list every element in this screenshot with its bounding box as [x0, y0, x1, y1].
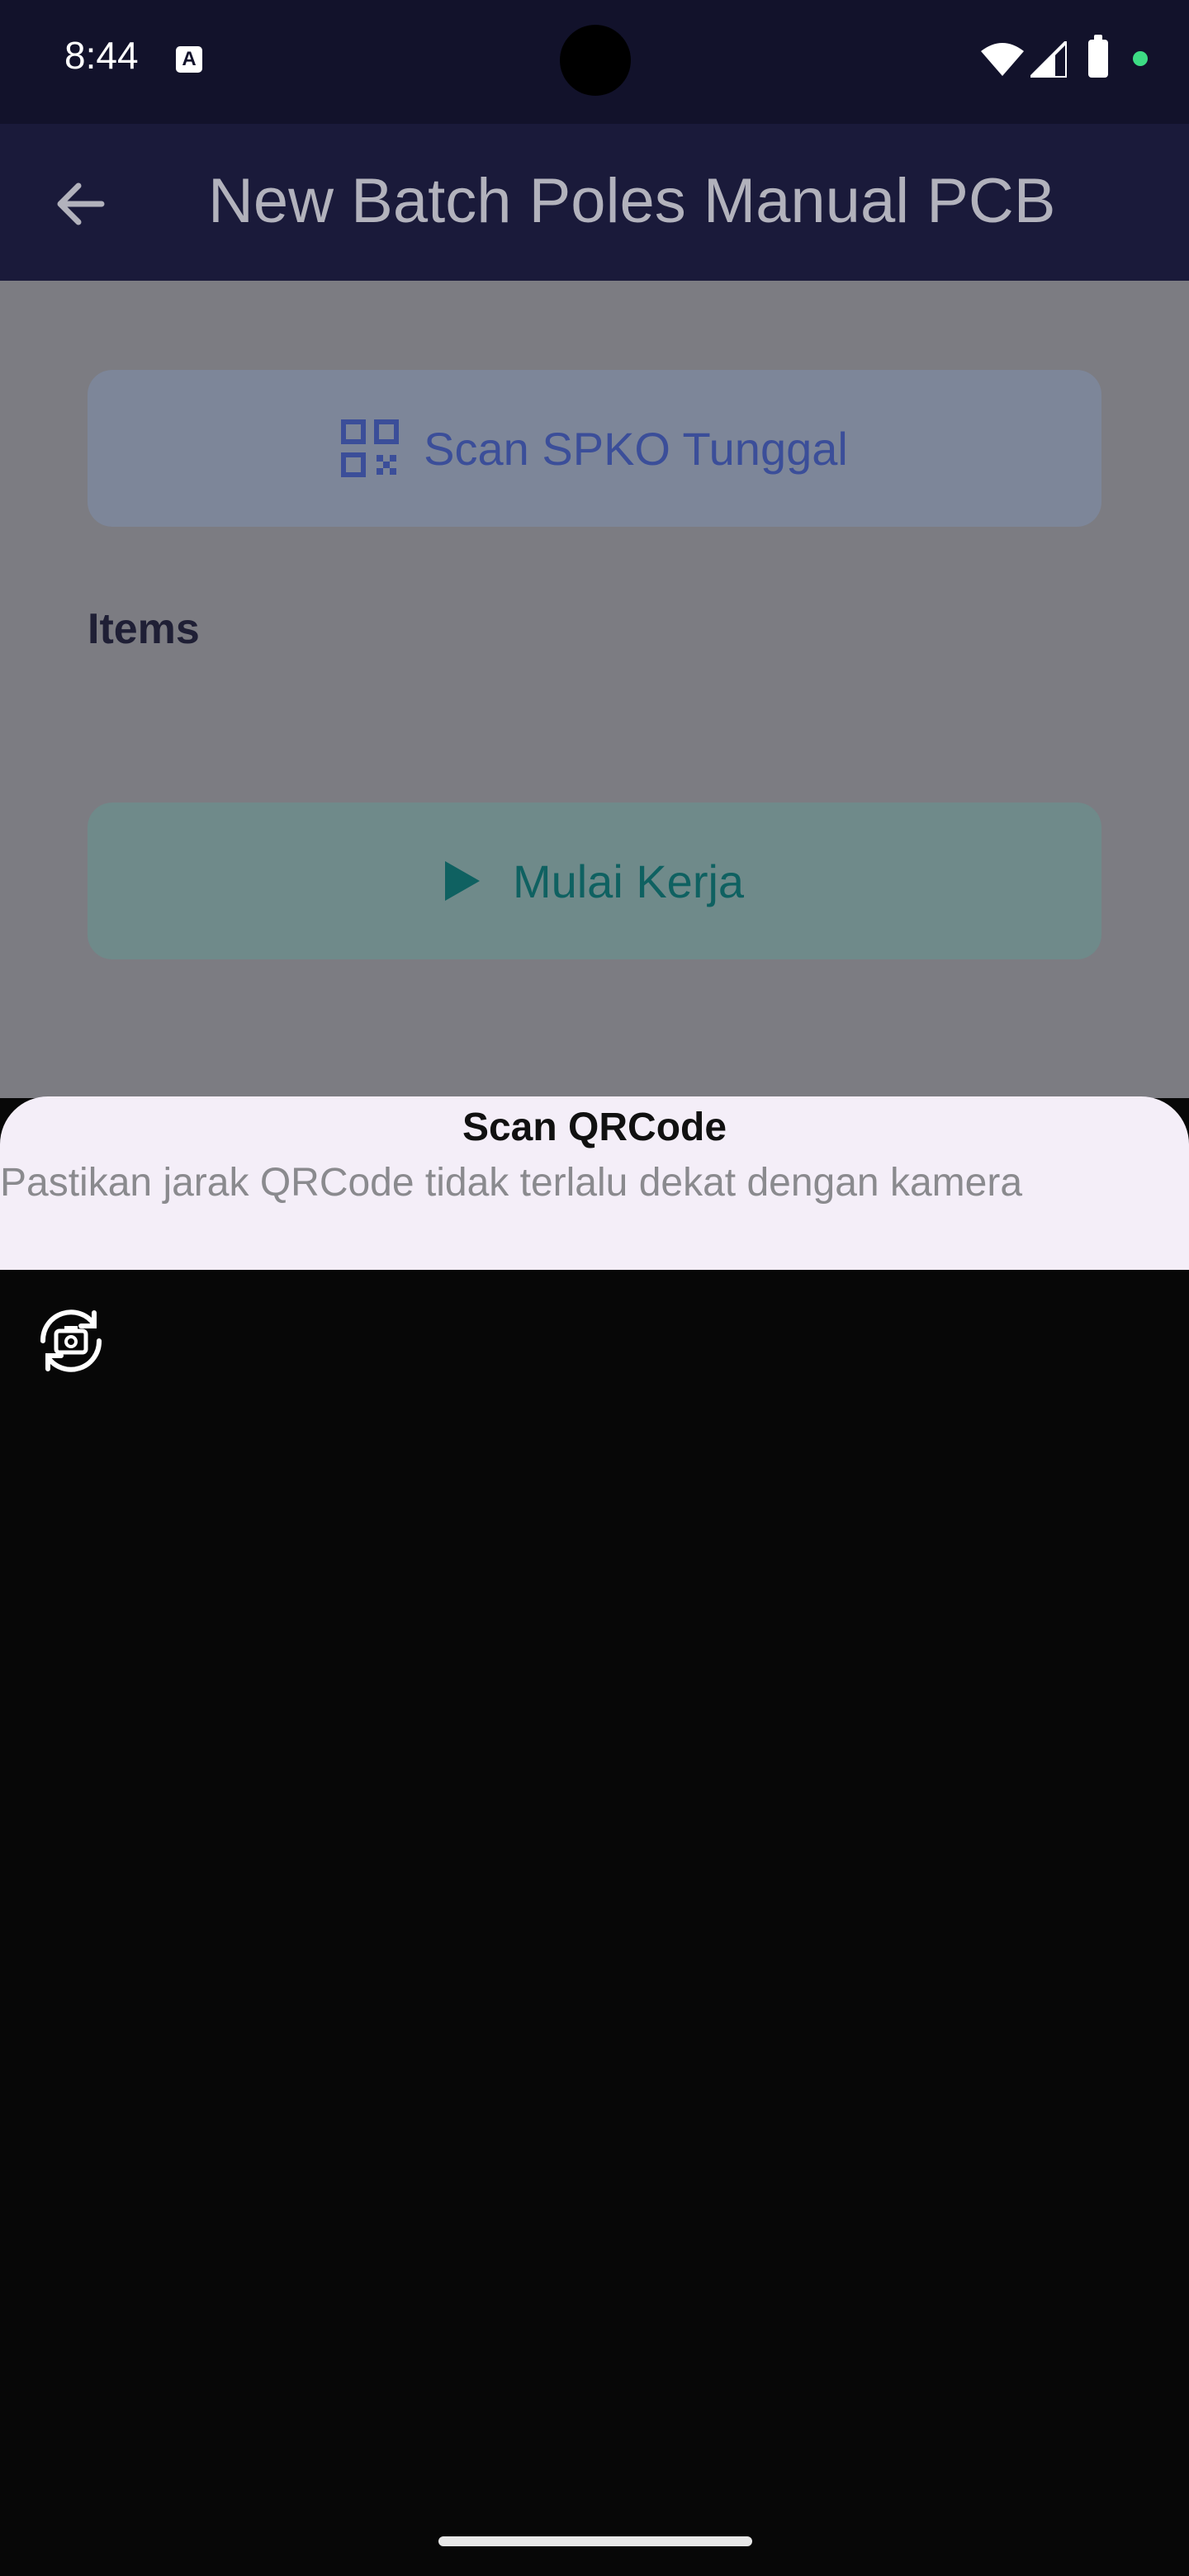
green-dot-indicator — [1133, 51, 1148, 66]
qr-code-icon — [341, 419, 400, 477]
camera-preview — [0, 1270, 1189, 2576]
status-time: 8:44 — [64, 34, 139, 77]
start-button-label: Mulai Kerja — [512, 855, 745, 907]
page-title: New Batch Poles Manual PCB — [208, 166, 1056, 236]
camera-flip-icon[interactable] — [28, 1298, 114, 1384]
app-bar: New Batch Poles Manual PCB — [0, 124, 1189, 281]
arrow-left-icon[interactable] — [45, 169, 115, 239]
scan-button-label: Scan SPKO Tunggal — [424, 422, 848, 475]
front-camera-hole — [560, 25, 631, 96]
accessibility-a-icon: A — [176, 46, 202, 73]
home-indicator — [438, 2536, 752, 2546]
wifi-icon — [981, 43, 1024, 76]
battery-icon — [1088, 35, 1108, 78]
sheet-description: Pastikan jarak QRCode tidak terlalu deka… — [0, 1161, 1023, 1205]
sheet-title: Scan QRCode — [462, 1106, 727, 1149]
scan-spko-button[interactable]: Scan SPKO Tunggal — [88, 370, 1101, 527]
main-content: Scan SPKO Tunggal Items Mulai Kerja — [0, 281, 1189, 1098]
items-heading: Items — [88, 605, 200, 653]
start-work-button[interactable]: Mulai Kerja — [88, 803, 1101, 959]
scan-qrcode-sheet: Scan QRCode Pastikan jarak QRCode tidak … — [0, 1096, 1189, 1270]
play-icon — [444, 861, 480, 901]
signal-icon — [1030, 41, 1067, 78]
status-bar: 8:44 A — [0, 0, 1189, 124]
